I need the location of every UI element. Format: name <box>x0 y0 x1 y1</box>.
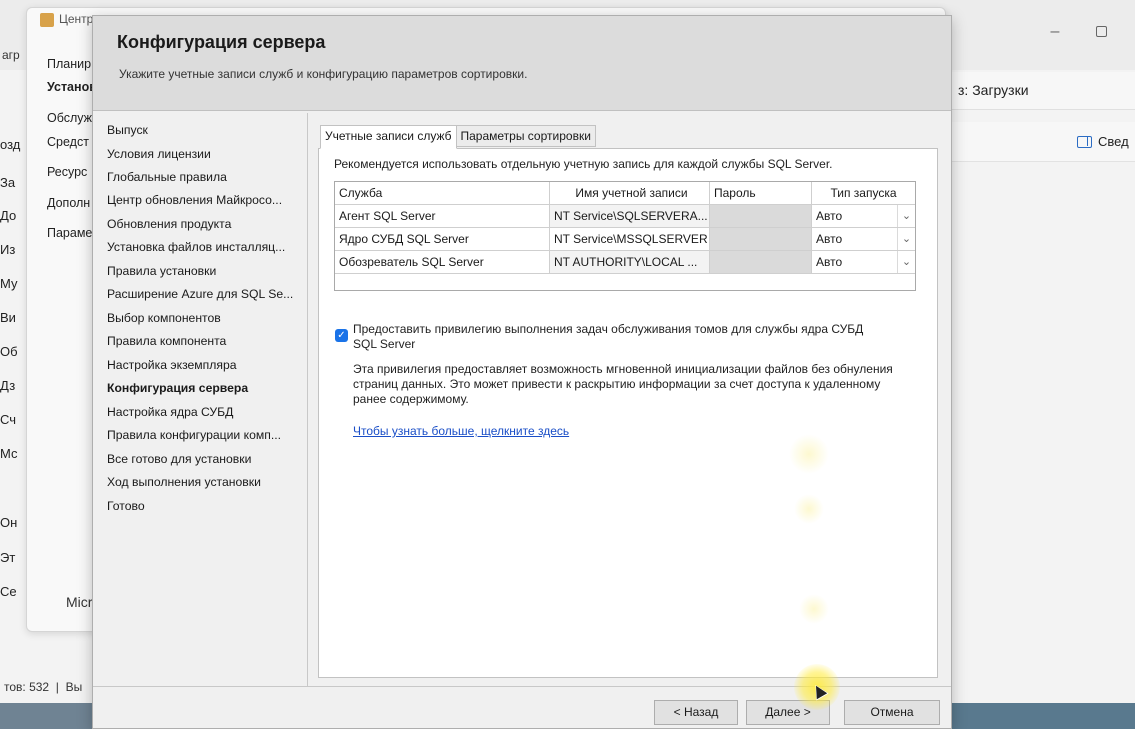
account-name-field[interactable]: NT Service\SQLSERVERA... <box>550 205 710 227</box>
page-subtitle: Укажите учетные записи служб и конфигура… <box>119 67 528 81</box>
highlight-trail <box>789 434 829 474</box>
table-row[interactable]: Обозреватель SQL Server NT AUTHORITY\LOC… <box>335 251 915 274</box>
minimize-icon[interactable]: – <box>1045 22 1065 42</box>
explorer-nav-item[interactable]: Мс <box>0 446 17 461</box>
step-item[interactable]: Все готово для установки <box>107 452 251 466</box>
highlight-trail <box>794 494 824 524</box>
startup-type-value: Авто <box>816 255 843 269</box>
steps-divider <box>307 113 308 686</box>
center-nav-item[interactable]: Обслуж <box>47 111 92 125</box>
chevron-down-icon[interactable]: ⌄ <box>897 205 915 227</box>
highlight-trail <box>799 594 829 624</box>
explorer-nav-item[interactable]: Му <box>0 276 17 291</box>
step-item-current[interactable]: Конфигурация сервера <box>107 381 248 395</box>
center-nav-item[interactable]: Дополн <box>47 196 90 210</box>
explorer-left-fragment: агр <box>2 48 20 62</box>
setup-steps-list: Выпуск Условия лицензии Глобальные прави… <box>93 113 307 683</box>
details-pane-label: Свед <box>1098 134 1129 149</box>
step-item[interactable]: Ход выполнения установки <box>107 475 261 489</box>
step-item[interactable]: Расширение Azure для SQL Se... <box>107 287 293 301</box>
tab-panel-service-accounts: Рекомендуется использовать отдельную уче… <box>318 148 938 678</box>
details-pane-icon <box>1077 135 1092 148</box>
password-field[interactable] <box>710 251 812 273</box>
setup-dialog: Конфигурация сервера Укажите учетные зап… <box>92 15 952 729</box>
volume-maintenance-label[interactable]: Предоставить привилегию выполнения задач… <box>353 322 873 352</box>
explorer-address-bar[interactable]: з: Загрузки <box>950 72 1135 110</box>
center-nav-item[interactable]: Параме <box>47 226 92 240</box>
step-item[interactable]: Правила компонента <box>107 334 226 348</box>
explorer-nav-item[interactable]: За <box>0 175 15 190</box>
details-pane-button[interactable]: Свед <box>1077 134 1129 149</box>
explorer-nav-item[interactable]: Дз <box>0 378 15 393</box>
tab-collation[interactable]: Параметры сортировки <box>455 125 596 147</box>
table-header-row: Служба Имя учетной записи Пароль Тип зап… <box>335 182 915 205</box>
explorer-nav-item[interactable]: До <box>0 208 16 223</box>
center-nav-item[interactable]: Планир <box>47 57 91 71</box>
column-header-service[interactable]: Служба <box>335 182 550 204</box>
explorer-nav-item[interactable]: озд <box>0 137 20 152</box>
explorer-nav-item[interactable]: Ви <box>0 310 16 325</box>
startup-type-select[interactable]: Авто ⌄ <box>812 205 915 227</box>
learn-more-link[interactable]: Чтобы узнать больше, щелкните здесь <box>353 424 569 438</box>
tab-strip: Учетные записи служб Параметры сортировк… <box>320 125 596 149</box>
step-item[interactable]: Выпуск <box>107 123 148 137</box>
back-button[interactable]: < Назад <box>654 700 738 725</box>
step-item[interactable]: Правила конфигурации комп... <box>107 428 281 442</box>
account-name-field[interactable]: NT Service\MSSQLSERVER <box>550 228 710 250</box>
step-item[interactable]: Настройка ядра СУБД <box>107 405 233 419</box>
dialog-content: Учетные записи служб Параметры сортировк… <box>315 121 939 679</box>
step-item[interactable]: Правила установки <box>107 264 216 278</box>
startup-type-value: Авто <box>816 232 843 246</box>
center-nav-item-installation[interactable]: Установ <box>47 80 97 94</box>
chevron-down-icon[interactable]: ⌄ <box>897 228 915 250</box>
installation-center-title: Центр <box>59 12 94 26</box>
explorer-nav-item[interactable]: Он <box>0 515 17 530</box>
password-field[interactable] <box>710 205 812 227</box>
step-item[interactable]: Центр обновления Майкросо... <box>107 193 282 207</box>
startup-type-select[interactable]: Авто ⌄ <box>812 228 915 250</box>
explorer-nav-item[interactable]: Об <box>0 344 18 359</box>
column-header-password[interactable]: Пароль <box>710 182 812 204</box>
explorer-nav-item[interactable]: Сч <box>0 412 16 427</box>
privilege-description: Эта привилегия предоставляет возможность… <box>353 362 893 406</box>
account-name-field[interactable]: NT AUTHORITY\LOCAL ... <box>550 251 710 273</box>
sql-setup-icon <box>40 13 54 27</box>
step-item[interactable]: Условия лицензии <box>107 147 211 161</box>
column-header-account[interactable]: Имя учетной записи <box>550 182 710 204</box>
column-header-startup[interactable]: Тип запуска <box>812 182 915 204</box>
service-name: Ядро СУБД SQL Server <box>335 228 550 250</box>
startup-type-select[interactable]: Авто ⌄ <box>812 251 915 273</box>
step-item[interactable]: Готово <box>107 499 145 513</box>
maximize-icon[interactable] <box>1096 26 1107 37</box>
step-item[interactable]: Обновления продукта <box>107 217 231 231</box>
step-item[interactable]: Глобальные правила <box>107 170 227 184</box>
service-name: Агент SQL Server <box>335 205 550 227</box>
page-title: Конфигурация сервера <box>117 32 326 52</box>
startup-type-value: Авто <box>816 209 843 223</box>
volume-maintenance-checkbox[interactable]: ✓ <box>335 329 348 342</box>
table-row[interactable]: Ядро СУБД SQL Server NT Service\MSSQLSER… <box>335 228 915 251</box>
explorer-address-text: з: Загрузки <box>958 82 1029 98</box>
explorer-nav-item[interactable]: Эт <box>0 550 15 565</box>
taskbar-right <box>950 703 1135 729</box>
center-nav-item[interactable]: Ресурс <box>47 165 87 179</box>
step-item[interactable]: Настройка экземпляра <box>107 358 237 372</box>
service-name: Обозреватель SQL Server <box>335 251 550 273</box>
password-field[interactable] <box>710 228 812 250</box>
recommendation-text: Рекомендуется использовать отдельную уче… <box>334 157 833 171</box>
tab-service-accounts[interactable]: Учетные записи служб <box>320 125 457 149</box>
item-count: тов: 532 | Вы <box>4 680 83 694</box>
table-row[interactable]: Агент SQL Server NT Service\SQLSERVERA..… <box>335 205 915 228</box>
cancel-button[interactable]: Отмена <box>844 700 940 725</box>
step-item[interactable]: Выбор компонентов <box>107 311 221 325</box>
explorer-toolbar: Свед <box>950 122 1135 162</box>
center-nav-item[interactable]: Средст <box>47 135 89 149</box>
explorer-nav-item[interactable]: Из <box>0 242 15 257</box>
dialog-header: Конфигурация сервера Укажите учетные зап… <box>93 16 951 111</box>
explorer-nav-item[interactable]: Се <box>0 584 17 599</box>
step-item[interactable]: Установка файлов инсталляц... <box>107 240 285 254</box>
service-accounts-table: Служба Имя учетной записи Пароль Тип зап… <box>334 181 916 291</box>
chevron-down-icon[interactable]: ⌄ <box>897 251 915 273</box>
